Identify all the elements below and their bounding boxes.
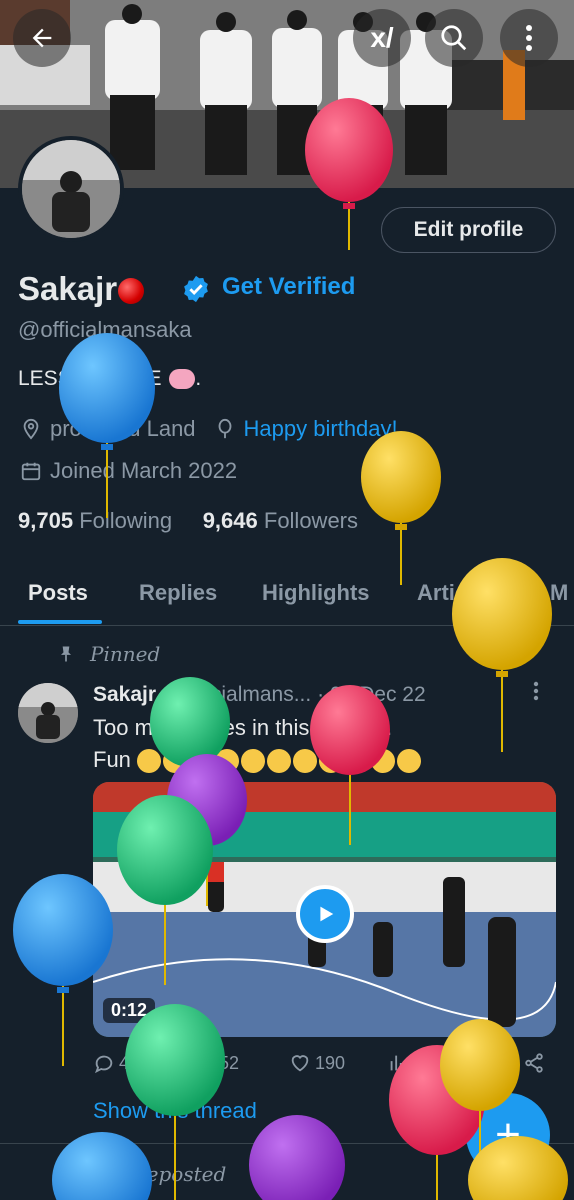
profile-avatar[interactable] [18, 136, 124, 242]
reply-icon [94, 1055, 113, 1074]
more-button[interactable] [500, 9, 558, 67]
back-arrow-icon [32, 28, 52, 48]
repost-icon [195, 1056, 211, 1070]
profile-bio: LESS is MORE . [18, 367, 202, 390]
reply-button[interactable]: 42 [93, 1052, 139, 1074]
followers-link[interactable]: 9,646 Followers [203, 508, 358, 533]
profile-meta-location: promised Land Happy birthday! [20, 416, 398, 442]
share-icon [525, 1053, 543, 1073]
views-button[interactable] [387, 1052, 413, 1074]
bookmark-button[interactable] [481, 1052, 505, 1074]
post-handle: @officialmans... [161, 683, 312, 706]
like-button[interactable]: 190 [289, 1052, 345, 1074]
heart-icon [291, 1055, 309, 1072]
balloon-yellow-1 [361, 431, 441, 585]
tab-posts[interactable]: Posts [28, 580, 88, 606]
balloon-icon [218, 418, 231, 439]
video-duration: 0:12 [103, 998, 156, 1023]
repost-button[interactable]: 52 [191, 1052, 239, 1074]
edit-profile-button[interactable]: Edit profile [381, 207, 556, 253]
repost-icon [59, 1169, 75, 1182]
compose-post-button[interactable]: + [466, 1093, 550, 1177]
show-thread-link[interactable]: Show this thread [93, 1098, 257, 1124]
tab-media[interactable]: M [550, 580, 568, 606]
more-vertical-icon [533, 681, 539, 701]
profile-handle: @officialmansaka [18, 317, 192, 342]
post-date: · 07 Dec 22 [317, 683, 426, 706]
active-tab-indicator [18, 620, 102, 624]
verified-badge-icon [184, 275, 208, 303]
calendar-icon [21, 462, 41, 481]
joined-text: Joined March 2022 [50, 458, 238, 483]
location-text: promised Land [50, 416, 196, 441]
post-text: Too much jokes in this country. Fun [93, 712, 423, 776]
search-icon [441, 25, 467, 51]
tab-replies[interactable]: Replies [139, 580, 217, 606]
post-more-button[interactable] [533, 680, 539, 708]
plus-icon: + [495, 1110, 521, 1159]
follow-stats: 9,705 Following 9,646 Followers [18, 508, 358, 534]
birthday-link[interactable]: Happy birthday! [244, 416, 398, 442]
tab-highlights[interactable]: Highlights [262, 580, 370, 606]
tab-articles[interactable]: Articles [417, 580, 498, 606]
views-icon [390, 1055, 407, 1071]
post-author[interactable]: Sakajr [93, 683, 156, 706]
profile-meta-joined: Joined March 2022 [20, 458, 237, 484]
more-vertical-icon [526, 25, 532, 51]
bookmark-icon [485, 1054, 497, 1073]
play-button[interactable] [296, 885, 354, 943]
balloon-purple-2 [249, 1115, 345, 1200]
brain-emoji [169, 369, 196, 390]
profile-name: Sakajr [18, 270, 145, 308]
search-button[interactable] [425, 9, 483, 67]
location-pin-icon [23, 418, 39, 440]
following-link[interactable]: 9,705 Following [18, 508, 172, 533]
share-button[interactable] [523, 1052, 549, 1074]
play-icon [320, 906, 334, 922]
post-actions: 42 52 190 [93, 1052, 553, 1082]
post-header: Sakajr @officialmans... · 07 Dec 22 [93, 683, 426, 707]
red-circle-emoji [118, 278, 145, 305]
grok-button[interactable]: x/ [353, 9, 411, 67]
profile-tabs: Posts Replies Highlights Articles M [0, 570, 574, 626]
pinned-label: Pinned [56, 642, 160, 666]
back-button[interactable] [13, 9, 71, 67]
pin-icon [61, 646, 71, 662]
post-avatar[interactable] [18, 683, 78, 743]
laughing-emoji-row [137, 747, 423, 774]
grok-icon: x/ [370, 22, 394, 53]
get-verified-link[interactable]: Get Verified [222, 273, 355, 301]
reposted-label: You reposted [56, 1162, 226, 1186]
